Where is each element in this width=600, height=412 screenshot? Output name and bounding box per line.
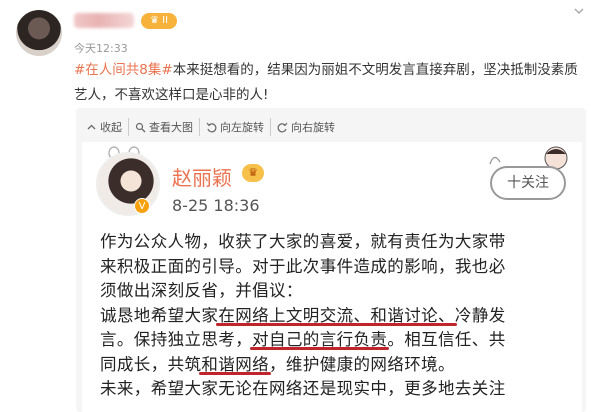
statement-line: 来积极正面的引导。对于此次事件造成的影响，我也必 (100, 256, 506, 276)
underlined-text: 对自己的言行负责 (252, 330, 388, 349)
post-text: #在人间共8集#本来挺想看的，结果因为丽姐不文明发言直接弃剧，坚决抵制没素质艺人… (74, 58, 584, 108)
statement-line: 同成长，共筑和谐网络，维护健康的网络环境。 (100, 353, 574, 378)
card-username: 赵丽颖 (172, 166, 232, 190)
image-toolbar: 收起 查看大图 向左旋转 向右旋转 (86, 118, 341, 136)
member-badge[interactable]: ♛ II (141, 13, 177, 29)
card-avatar (96, 152, 160, 216)
text-segment: 。相互信任、共 (387, 330, 506, 349)
collapse-button[interactable]: 收起 (86, 118, 129, 136)
crown-icon: ♛ (149, 15, 159, 26)
user-avatar[interactable] (16, 10, 62, 56)
underlined-text: 和谐网络 (201, 354, 270, 374)
statement-line: 未来，希望大家无论在网络还是现实中，更多地去关注 (100, 379, 506, 398)
statement-line: 诚恳地希望大家在网络上文明交流、和谐讨论、冷静发 (100, 304, 574, 329)
member-badge-label: II (162, 15, 169, 26)
view-large-label: 查看大图 (149, 121, 193, 134)
rotate-left-button[interactable]: 向左旋转 (200, 118, 271, 136)
rotate-right-label: 向右旋转 (291, 121, 335, 134)
collapse-label: 收起 (100, 121, 122, 134)
verified-icon: V (134, 198, 150, 214)
blurred-username[interactable] (74, 13, 134, 28)
view-large-button[interactable]: 查看大图 (129, 118, 200, 136)
topic-tag-link[interactable]: #在人间共8集# (74, 62, 173, 78)
text-segment: 同成长，共筑 (100, 354, 202, 374)
text-segment: 诚恳地希望大家 (100, 305, 219, 325)
statement-line: 作为公众人物，收获了大家的喜爱，就有责任为大家带 (100, 232, 506, 251)
underlined-text: 在网络上文明交流、和谐讨论、 (218, 305, 455, 325)
text-segment: 言。保持独立思考， (100, 330, 253, 349)
statement-text: 作为公众人物，收获了大家的喜爱，就有责任为大家带 来积极正面的引导。对于此次事件… (100, 230, 574, 402)
rotate-right-icon (277, 122, 288, 132)
zoom-icon (135, 122, 146, 132)
follow-button: 十关注 (490, 166, 566, 200)
statement-line: 言。保持独立思考，对自己的言行负责。相互信任、共 (100, 328, 574, 353)
crown-icon: ♛ (242, 164, 264, 182)
weibo-post: ♛ II 今天12:33 #在人间共8集#本来挺想看的，结果因为丽姐不文明发言直… (0, 0, 600, 412)
text-segment: ，维护健康的网络环境。 (269, 354, 455, 374)
text-segment: 冷静发 (454, 305, 506, 325)
statement-line: 须做出深刻反省，并倡议： (100, 281, 303, 300)
rotate-left-label: 向左旋转 (220, 121, 264, 134)
rotate-left-icon (206, 122, 217, 132)
post-time: 今天12:33 (74, 42, 128, 55)
rotate-right-button[interactable]: 向右旋转 (271, 118, 341, 136)
collapse-icon (87, 124, 96, 129)
screenshot-image[interactable]: V 赵丽颖 ♛ 8-25 18:36 十关注 作为公众人物，收获了大家的喜爱，就… (82, 142, 582, 412)
chevron-down-icon[interactable] (570, 4, 588, 22)
card-time: 8-25 18:36 (172, 196, 260, 215)
